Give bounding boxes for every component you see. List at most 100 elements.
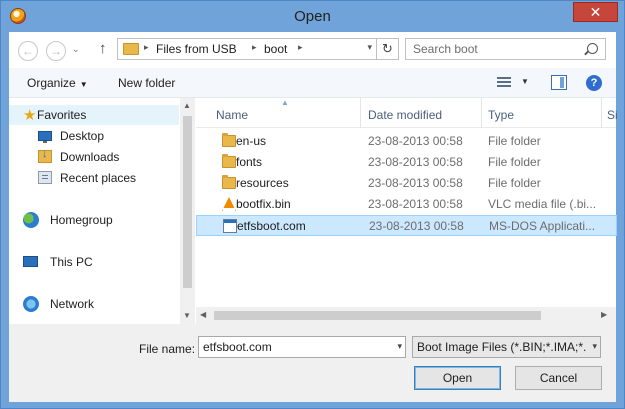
sidebar-item-label: Downloads — [60, 150, 120, 164]
chevron-down-icon[interactable]: ▾ — [397, 341, 402, 352]
network-icon — [23, 296, 39, 312]
dialog-client: ← → ⌄ ↑ ▸ Files from USB ▸ boot ▸ ▾ ↻ Or… — [9, 32, 618, 402]
close-button[interactable]: ✕ — [573, 2, 618, 22]
scrollbar-thumb[interactable] — [183, 116, 192, 288]
file-row[interactable]: bootfix.bin 23-08-2013 00:58 VLC media f… — [196, 194, 617, 215]
chevron-down-icon[interactable]: ▾ — [367, 42, 372, 53]
downloads-icon — [38, 148, 52, 163]
file-row[interactable]: en-us 23-08-2013 00:58 File folder — [196, 131, 617, 152]
file-type-filter-dropdown[interactable]: Boot Image Files (*.BIN;*.IMA;*. ▾ — [412, 336, 601, 358]
search-box[interactable] — [405, 38, 606, 60]
sidebar-item-this-pc[interactable]: This PC — [9, 252, 179, 272]
navigation-bar: ← → ⌄ ↑ ▸ Files from USB ▸ boot ▸ ▾ ↻ — [9, 32, 616, 68]
sidebar-item-label: Desktop — [60, 129, 105, 143]
chevron-down-icon: ▼ — [79, 80, 88, 89]
vlc-icon — [222, 197, 236, 211]
sidebar-item-network[interactable]: Network — [9, 294, 179, 314]
organize-label: Organize — [27, 76, 76, 90]
file-name-input[interactable] — [199, 337, 387, 357]
scroll-down-icon[interactable]: ▼ — [183, 311, 191, 320]
sidebar-item-recent-places[interactable]: Recent places — [9, 168, 179, 188]
file-date-modified: 23-08-2013 00:58 — [368, 134, 463, 148]
star-icon: ★ — [23, 107, 37, 124]
file-name: fonts — [236, 155, 263, 169]
dialog-window: Open ✕ ← → ⌄ ↑ ▸ Files from USB ▸ boot ▸… — [0, 0, 625, 409]
homegroup-icon — [23, 212, 39, 228]
file-row[interactable]: fonts 23-08-2013 00:58 File folder — [196, 152, 617, 173]
recent-locations-dropdown[interactable]: ⌄ — [72, 44, 80, 55]
chevron-down-icon[interactable]: ▼ — [521, 77, 529, 86]
file-row-selected[interactable]: etfsboot.com 23-08-2013 00:58 MS-DOS App… — [196, 215, 617, 236]
scroll-up-icon[interactable]: ▲ — [183, 101, 191, 110]
file-name: resources — [236, 176, 289, 190]
file-name: en-us — [236, 134, 267, 148]
column-header-size[interactable]: Si — [607, 108, 618, 122]
file-name-combobox[interactable]: ▾ — [198, 336, 406, 358]
scroll-left-icon[interactable]: ◀ — [200, 310, 206, 319]
file-type-filter-value: Boot Image Files (*.BIN;*.IMA;*. — [417, 340, 587, 354]
navigation-pane: ★ Favorites Desktop Downloads Recent pla… — [9, 98, 195, 324]
file-date-modified: 23-08-2013 00:58 — [369, 219, 464, 233]
search-icon[interactable] — [587, 43, 598, 54]
file-row[interactable]: resources 23-08-2013 00:58 File folder — [196, 173, 617, 194]
sidebar-item-favorites[interactable]: ★ Favorites — [9, 105, 179, 125]
file-type: File folder — [488, 155, 541, 169]
chevron-right-icon[interactable]: ▸ — [298, 42, 303, 53]
cancel-button[interactable]: Cancel — [515, 366, 602, 390]
folder-icon — [222, 154, 236, 168]
command-bar: Organize ▼ New folder ▼ ? — [9, 68, 616, 98]
preview-pane-icon[interactable] — [551, 75, 567, 90]
chevron-right-icon[interactable]: ▸ — [252, 42, 257, 53]
sort-ascending-icon: ▲ — [281, 98, 289, 107]
file-type: File folder — [488, 134, 541, 148]
desktop-icon — [38, 131, 52, 143]
sidebar-item-label: Network — [50, 297, 95, 311]
breadcrumb-files-from-usb[interactable]: Files from USB — [156, 42, 237, 56]
folder-icon — [222, 133, 236, 147]
search-input[interactable] — [406, 39, 582, 59]
folder-icon — [222, 175, 236, 189]
view-details-icon[interactable] — [497, 77, 511, 89]
application-icon — [223, 219, 237, 233]
forward-button[interactable]: → — [46, 41, 66, 61]
chevron-down-icon[interactable]: ▾ — [592, 341, 597, 352]
address-bar[interactable]: ▸ Files from USB ▸ boot ▸ ▾ ↻ — [117, 38, 399, 60]
chevron-right-icon[interactable]: ▸ — [144, 42, 149, 53]
breadcrumb-boot[interactable]: boot — [264, 42, 287, 56]
sidebar-item-desktop[interactable]: Desktop — [9, 126, 179, 146]
column-header-date-modified[interactable]: Date modified — [368, 108, 442, 122]
bottom-panel: File name: ▾ Boot Image Files (*.BIN;*.I… — [9, 324, 616, 402]
sidebar-item-homegroup[interactable]: Homegroup — [9, 210, 179, 230]
sidebar-item-label: Homegroup — [50, 213, 113, 227]
column-header-name[interactable]: Name — [216, 108, 248, 122]
file-date-modified: 23-08-2013 00:58 — [368, 197, 463, 211]
sidebar-item-label: This PC — [50, 255, 93, 269]
title-bar[interactable]: Open ✕ — [1, 1, 624, 32]
help-icon[interactable]: ? — [586, 75, 602, 91]
column-divider[interactable] — [481, 98, 482, 128]
folder-icon — [123, 43, 139, 55]
this-pc-icon — [23, 256, 38, 267]
file-list: ▲ Name Date modified Type Si en-us 23-08… — [196, 98, 618, 324]
sidebar-item-label: Favorites — [37, 108, 87, 122]
sidebar-item-label: Recent places — [60, 171, 137, 185]
file-list-horizontal-scrollbar[interactable]: ◀ ▶ — [196, 307, 616, 324]
refresh-button[interactable]: ↻ — [376, 39, 398, 59]
back-button[interactable]: ← — [18, 41, 38, 61]
navigation-pane-scrollbar[interactable]: ▲ ▼ — [180, 98, 195, 324]
new-folder-button[interactable]: New folder — [118, 76, 175, 90]
file-type: VLC media file (.bi... — [488, 197, 597, 211]
open-button[interactable]: Open — [414, 366, 501, 390]
column-header-row: ▲ Name Date modified Type Si — [196, 98, 618, 128]
scroll-right-icon[interactable]: ▶ — [601, 310, 607, 319]
sidebar-item-downloads[interactable]: Downloads — [9, 147, 179, 167]
up-button[interactable]: ↑ — [99, 40, 107, 57]
organize-button[interactable]: Organize ▼ — [27, 76, 88, 90]
column-divider[interactable] — [360, 98, 361, 128]
column-header-type[interactable]: Type — [488, 108, 514, 122]
scrollbar-thumb[interactable] — [214, 311, 541, 320]
file-name: bootfix.bin — [236, 197, 291, 211]
file-type: File folder — [488, 176, 541, 190]
file-name: etfsboot.com — [237, 219, 306, 233]
column-divider[interactable] — [601, 98, 602, 128]
